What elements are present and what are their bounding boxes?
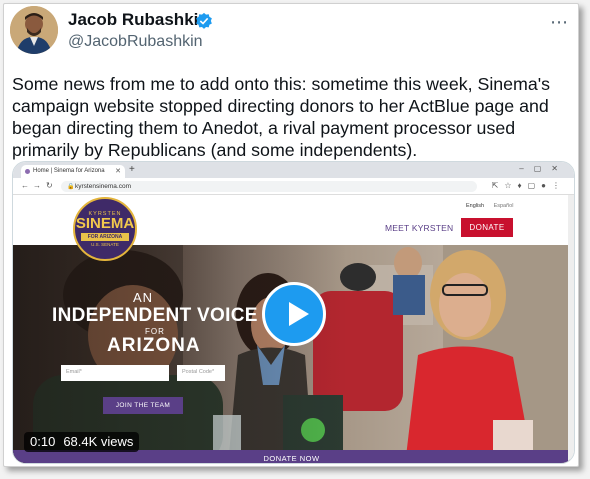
browser-tab[interactable]: Home | Sinema for Arizona ✕ xyxy=(21,165,125,178)
hero-heading-an: AN xyxy=(133,290,154,305)
reload-icon[interactable]: ↻ xyxy=(46,181,53,190)
video-time: 0:10 xyxy=(30,434,56,449)
forward-icon[interactable]: → xyxy=(33,181,41,190)
lang-english[interactable]: English xyxy=(466,203,484,209)
browser-toolbar-icons[interactable]: ⇱☆♦▢●⋮ xyxy=(492,181,566,190)
join-the-team-button[interactable]: JOIN THE TEAM xyxy=(103,397,183,414)
ellipsis-icon[interactable]: ⋯ xyxy=(550,12,569,33)
play-icon xyxy=(289,302,309,326)
browser-tab-bar: Home | Sinema for Arizona ✕ + –▢✕ xyxy=(13,162,574,178)
video-media[interactable]: Home | Sinema for Arizona ✕ + –▢✕ ← → ↻ … xyxy=(12,161,575,464)
new-tab-icon[interactable]: + xyxy=(129,164,135,175)
hero-heading-line1: INDEPENDENT VOICE xyxy=(52,305,258,326)
page-scrollbar[interactable] xyxy=(568,195,574,463)
video-views: 68.4K views xyxy=(63,434,134,449)
window-controls[interactable]: –▢✕ xyxy=(519,164,568,173)
email-field[interactable]: Email* xyxy=(61,365,169,381)
donate-now-bar[interactable]: DONATE NOW xyxy=(13,450,570,463)
logo-main-text: SINEMA xyxy=(75,215,135,232)
meet-kyrsten-link[interactable]: MEET KYRSTEN xyxy=(385,223,453,233)
postal-code-field[interactable]: Postal Code* xyxy=(177,365,225,381)
author-handle[interactable]: @JacobRubashkin xyxy=(68,33,203,51)
favicon-icon xyxy=(25,169,30,174)
logo-strip-text: FOR ARIZONA xyxy=(81,233,129,241)
author-avatar[interactable] xyxy=(10,6,58,54)
lock-icon: 🔒 xyxy=(67,184,75,190)
tab-title: Home | Sinema for Arizona xyxy=(33,168,105,174)
video-stats-badge: 0:10 68.4K views xyxy=(24,432,140,452)
tweet-text: Some news from me to add onto this: some… xyxy=(12,74,551,160)
url-field[interactable]: kyrstensinema.com xyxy=(61,181,477,192)
logo-sub-text: U.S. SENATE xyxy=(91,242,119,247)
lang-spanish[interactable]: Español xyxy=(494,203,514,209)
language-switcher: English Español xyxy=(466,203,521,209)
tweet-card: Jacob Rubashkin @JacobRubashkin ⋯ Some n… xyxy=(3,3,579,467)
browser-address-bar: ← → ↻ kyrstensinema.com 🔒 ⇱☆♦▢●⋮ xyxy=(13,178,574,195)
donate-button[interactable]: DONATE xyxy=(461,218,513,237)
close-tab-icon[interactable]: ✕ xyxy=(115,167,121,175)
author-name[interactable]: Jacob Rubashkin xyxy=(68,10,209,30)
hero-heading-line2: ARIZONA xyxy=(107,335,201,356)
verified-badge-icon xyxy=(196,12,212,29)
play-button[interactable] xyxy=(262,282,326,346)
sinema-logo[interactable]: KYRSTEN SINEMA FOR ARIZONA U.S. SENATE xyxy=(73,197,137,261)
back-icon[interactable]: ← xyxy=(21,181,29,190)
